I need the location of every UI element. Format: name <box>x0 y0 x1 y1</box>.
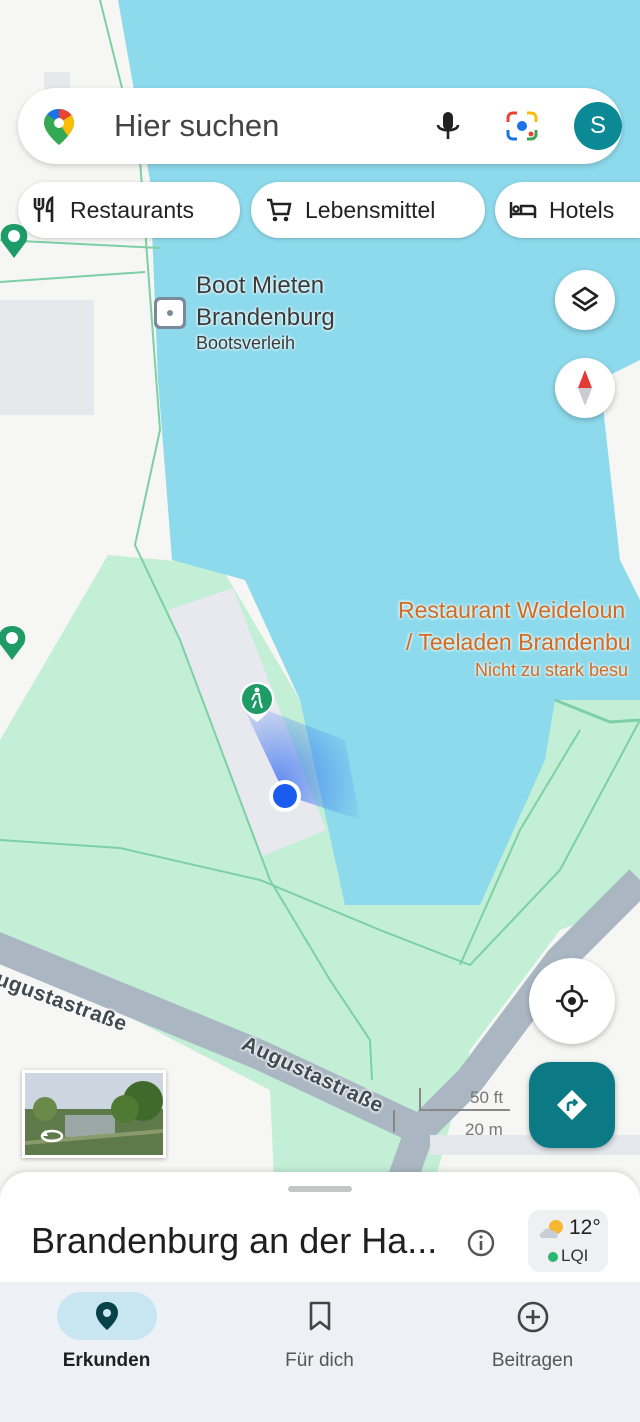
boat-rental-name-line2: Brandenburg <box>196 304 335 331</box>
chip-label: Restaurants <box>70 196 195 223</box>
boat-rental-label[interactable]: Boot Mieten Brandenburg <box>196 270 335 334</box>
nav-for-you[interactable]: Für dich <box>213 1282 426 1422</box>
restaurant-name-line1[interactable]: Restaurant Weideloun <box>398 597 625 624</box>
place-marker-icon[interactable] <box>0 624 34 664</box>
chip-label: Lebensmittel <box>305 196 436 223</box>
bed-icon <box>509 202 537 218</box>
compass-button[interactable] <box>555 358 615 418</box>
nav-label: Beitragen <box>491 1350 574 1371</box>
search-bar[interactable]: S <box>18 88 622 164</box>
weather-card[interactable]: 12° LQI <box>528 1210 608 1272</box>
crosshair-location-icon <box>556 985 588 1017</box>
nav-label: Erkunden <box>62 1350 151 1371</box>
nav-contribute[interactable]: Beitragen <box>426 1282 639 1422</box>
street-view-thumbnail[interactable] <box>22 1070 166 1158</box>
scale-feet: 50 ft <box>470 1088 504 1107</box>
restaurant-name-line2[interactable]: / Teeladen Brandenbu <box>406 629 631 656</box>
directions-icon <box>557 1090 587 1120</box>
current-location-icon[interactable] <box>266 777 304 815</box>
plus-circle-icon <box>517 1301 549 1333</box>
partly-cloudy-icon <box>539 1220 563 1238</box>
location-pin-icon <box>96 1302 118 1330</box>
account-avatar[interactable]: S <box>574 102 622 150</box>
nav-explore[interactable]: Erkunden <box>0 1282 213 1422</box>
google-lens-icon[interactable] <box>502 108 542 144</box>
bookmark-icon <box>309 1301 331 1331</box>
map-layers-button[interactable] <box>555 270 615 330</box>
shopping-cart-icon <box>267 198 292 222</box>
air-quality-dot <box>548 1252 558 1262</box>
nav-label: Für dich <box>285 1350 354 1371</box>
chip-restaurants[interactable]: Restaurants <box>18 182 240 238</box>
restaurant-busyness-status: Nicht zu stark besu <box>475 660 629 680</box>
bottom-sheet[interactable]: Brandenburg an der Ha... 12° LQI <box>0 1172 640 1282</box>
boat-rental-name-line1: Boot Mieten <box>196 272 325 299</box>
drag-handle[interactable] <box>288 1186 352 1192</box>
chip-groceries[interactable]: Lebensmittel <box>251 182 485 238</box>
chip-hotels[interactable]: Hotels <box>495 182 640 238</box>
air-quality-label: LQI <box>561 1246 589 1265</box>
my-location-button[interactable] <box>529 958 615 1044</box>
360-rotate-icon <box>40 1129 64 1143</box>
bottom-navigation: Erkunden Für dich Beitragen <box>0 1282 640 1422</box>
search-input[interactable] <box>114 106 414 146</box>
compass-icon <box>578 370 592 406</box>
google-maps-logo-icon <box>44 109 74 145</box>
boat-rental-icon[interactable] <box>152 295 188 331</box>
chip-label: Hotels <box>549 196 615 223</box>
scale-meters: 20 m <box>465 1120 503 1139</box>
info-icon[interactable] <box>466 1228 496 1258</box>
directions-button[interactable] <box>529 1062 615 1148</box>
hiking-trail-icon[interactable] <box>238 680 276 724</box>
weather-temperature: 12° <box>569 1216 601 1239</box>
cutlery-icon <box>33 196 54 222</box>
microphone-icon[interactable] <box>430 108 466 144</box>
place-title[interactable]: Brandenburg an der Ha... <box>31 1220 437 1262</box>
boat-rental-category: Bootsverleih <box>196 333 296 353</box>
layers-icon <box>571 286 599 312</box>
